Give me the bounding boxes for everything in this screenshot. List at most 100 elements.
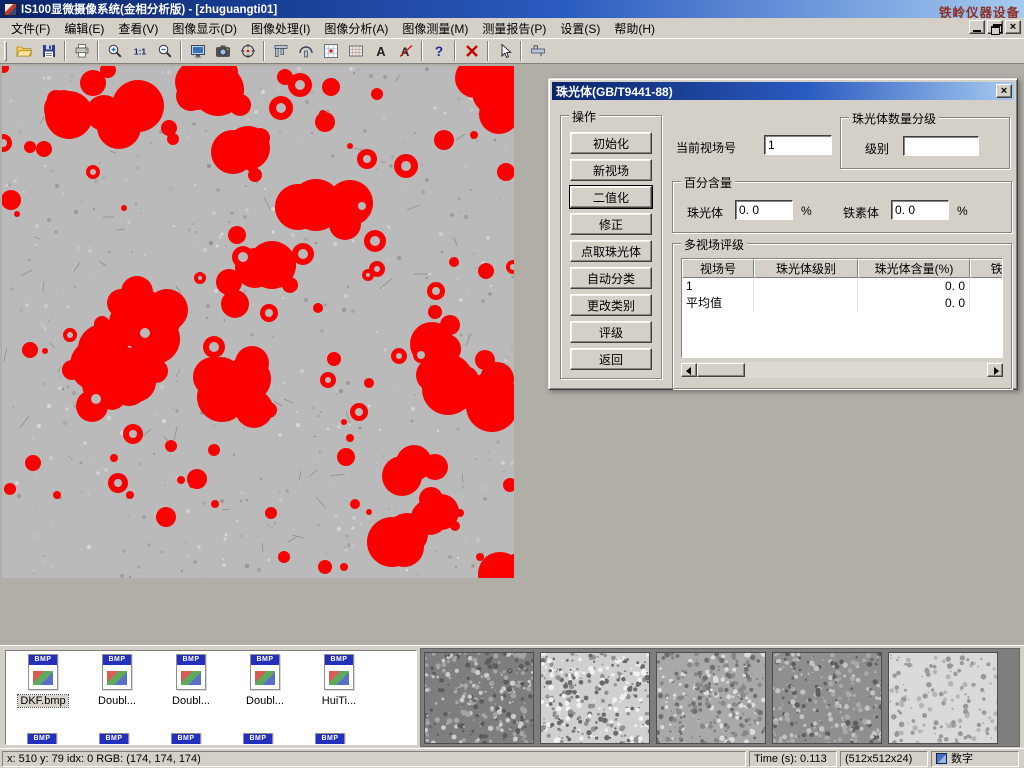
caliper-icon (273, 43, 289, 59)
menu-settings[interactable]: 设置(S) (553, 18, 607, 39)
bmp-file-icon: BMP (324, 654, 354, 690)
help-button[interactable]: ? (426, 40, 451, 62)
text-strike-icon: A (398, 43, 414, 59)
menu-edit[interactable]: 编辑(E) (57, 18, 111, 39)
zoom-out-button[interactable] (152, 40, 177, 62)
micrograph-image[interactable] (2, 66, 514, 578)
pick-pearlite-button[interactable]: 点取珠光体 (570, 240, 652, 262)
table-cell (970, 278, 1003, 295)
menu-help[interactable]: 帮助(H) (607, 18, 662, 39)
thumbnail-strip (420, 648, 1020, 747)
toolbar-separator (64, 41, 66, 61)
return-button[interactable]: 返回 (570, 348, 652, 370)
monitor-icon (190, 43, 206, 59)
grid-measure-button[interactable] (318, 40, 343, 62)
mdi-restore-button[interactable] (987, 20, 1003, 34)
menu-image-process[interactable]: 图像处理(I) (244, 18, 317, 39)
pearlite-input[interactable] (735, 200, 793, 220)
help-icon: ? (431, 43, 447, 59)
actual-size-icon: 1:1 (132, 43, 148, 59)
mdi-window-controls: × (969, 20, 1021, 34)
bmp-file-icon[interactable]: BMP (315, 733, 345, 745)
bmp-icon-art (181, 671, 201, 685)
print-icon (74, 43, 90, 59)
file-item[interactable]: BMPDKF.bmp (6, 654, 80, 726)
thumbnail-image[interactable] (772, 652, 882, 744)
menu-image-analysis[interactable]: 图像分析(A) (317, 18, 395, 39)
mdi-close-button[interactable]: × (1005, 20, 1021, 34)
restore-icon (991, 24, 1000, 32)
dialog-close-button[interactable]: × (996, 84, 1012, 98)
pointer-button[interactable] (492, 40, 517, 62)
aperture-icon (240, 43, 256, 59)
thumbnail-image[interactable] (424, 652, 534, 744)
table-row[interactable]: 10. 0 (682, 278, 1002, 295)
caliper-button[interactable] (268, 40, 293, 62)
print-button[interactable] (69, 40, 94, 62)
change-category-button[interactable]: 更改类别 (570, 294, 652, 316)
camera-icon (215, 43, 231, 59)
thumbnail-image[interactable] (656, 652, 766, 744)
camera-button[interactable] (210, 40, 235, 62)
table-header-cell: 珠光体含量(%) (858, 259, 970, 278)
stage-button[interactable] (343, 40, 368, 62)
monitor-button[interactable] (185, 40, 210, 62)
gauge-button[interactable] (525, 40, 550, 62)
toolbar-separator (454, 41, 456, 61)
table-row[interactable]: 平均值0. 0 (682, 295, 1002, 312)
folder-open-icon (16, 43, 32, 59)
multifield-table[interactable]: 视场号珠光体级别珠光体含量(%)铁素体含量(%) 10. 0平均值0. 0 (681, 258, 1003, 358)
menu-image-measure[interactable]: 图像测量(M) (395, 18, 475, 39)
bmp-file-icon[interactable]: BMP (171, 733, 201, 745)
zoom-in-button[interactable] (102, 40, 127, 62)
menu-view[interactable]: 查看(V) (111, 18, 165, 39)
bmp-file-icon[interactable]: BMP (27, 733, 57, 745)
current-field-input[interactable] (764, 135, 832, 155)
bmp-file-icon[interactable]: BMP (99, 733, 129, 745)
aperture-button[interactable] (235, 40, 260, 62)
actual-size-button[interactable]: 1:1 (127, 40, 152, 62)
ferrite-input[interactable] (891, 200, 949, 220)
file-item[interactable]: BMP HuiTi... (302, 654, 376, 726)
correct-button[interactable]: 修正 (570, 213, 652, 235)
new-field-button[interactable]: 新视场 (570, 159, 652, 181)
micrometer-icon (298, 43, 314, 59)
grid-measure-icon (323, 43, 339, 59)
multifield-group-label: 多视场评级 (681, 236, 747, 253)
file-item[interactable]: BMPDoubl... (80, 654, 154, 726)
bmp-file-icon[interactable]: BMP (243, 733, 273, 745)
file-item[interactable]: BMPDoubl... (228, 654, 302, 726)
scrollbar-track[interactable] (745, 363, 987, 377)
file-item[interactable]: BMPDoubl... (154, 654, 228, 726)
thumbnail-image[interactable] (540, 652, 650, 744)
scroll-left-button[interactable] (681, 363, 697, 377)
menu-image-display[interactable]: 图像显示(D) (165, 18, 244, 39)
text-button[interactable]: A (368, 40, 393, 62)
menu-file[interactable]: 文件(F) (4, 18, 57, 39)
rate-button[interactable]: 评级 (570, 321, 652, 343)
binarize-button[interactable]: 二值化 (570, 186, 652, 208)
text-strike-button[interactable]: A (393, 40, 418, 62)
scroll-right-button[interactable] (987, 363, 1003, 377)
menu-measure-report[interactable]: 测量报告(P) (475, 18, 553, 39)
initialize-button[interactable]: 初始化 (570, 132, 652, 154)
toolbar-drag-handle[interactable] (4, 41, 7, 61)
auto-classify-button[interactable]: 自动分类 (570, 267, 652, 289)
pointer-icon (497, 43, 513, 59)
bmp-icon-label: BMP (29, 655, 57, 665)
toolbar-separator (263, 41, 265, 61)
save-button[interactable] (36, 40, 61, 62)
mdi-minimize-button[interactable] (969, 20, 985, 34)
scrollbar-thumb[interactable] (697, 363, 745, 377)
micrometer-button[interactable] (293, 40, 318, 62)
folder-open-button[interactable] (11, 40, 36, 62)
bmp-file-icon: BMP (250, 654, 280, 690)
file-list[interactable]: BMPDKF.bmpBMPDoubl...BMPDoubl...BMPDoubl… (5, 650, 417, 745)
toolbar-separator (487, 41, 489, 61)
thumbnail-image[interactable] (888, 652, 998, 744)
dialog-titlebar[interactable]: 珠光体(GB/T9441-88) × (552, 82, 1014, 100)
table-hscrollbar[interactable] (681, 362, 1003, 378)
delete-button[interactable] (459, 40, 484, 62)
file-name: HuiTi... (320, 695, 358, 707)
level-input[interactable] (903, 136, 979, 156)
